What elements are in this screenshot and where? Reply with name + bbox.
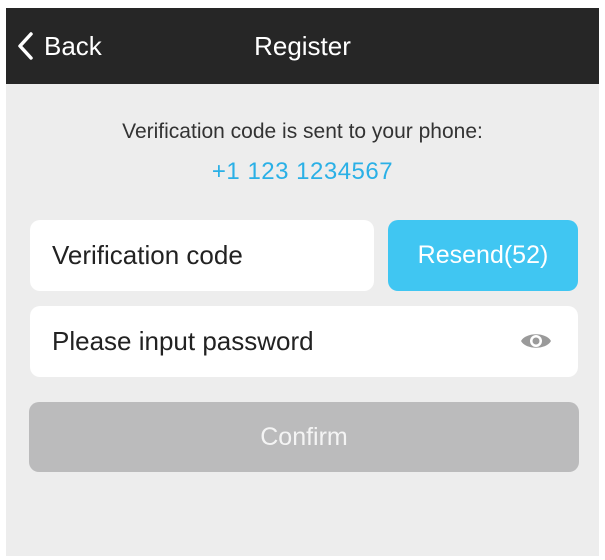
password-input[interactable] bbox=[30, 326, 522, 357]
verification-code-field bbox=[30, 220, 374, 291]
eye-icon[interactable] bbox=[520, 330, 552, 352]
password-field bbox=[30, 306, 578, 377]
register-screen: Back Register Verification code is sent … bbox=[6, 8, 599, 556]
resend-button[interactable]: Resend(52) bbox=[388, 220, 578, 291]
verification-code-input[interactable] bbox=[30, 240, 374, 271]
confirm-button[interactable]: Confirm bbox=[29, 402, 579, 472]
back-button[interactable]: Back bbox=[16, 26, 102, 66]
navbar: Back Register bbox=[6, 8, 599, 84]
phone-number: +1 123 1234567 bbox=[211, 158, 394, 185]
back-label: Back bbox=[44, 30, 102, 61]
verification-notice: Verification code is sent to your phone: bbox=[122, 120, 483, 143]
chevron-left-icon bbox=[16, 31, 34, 61]
